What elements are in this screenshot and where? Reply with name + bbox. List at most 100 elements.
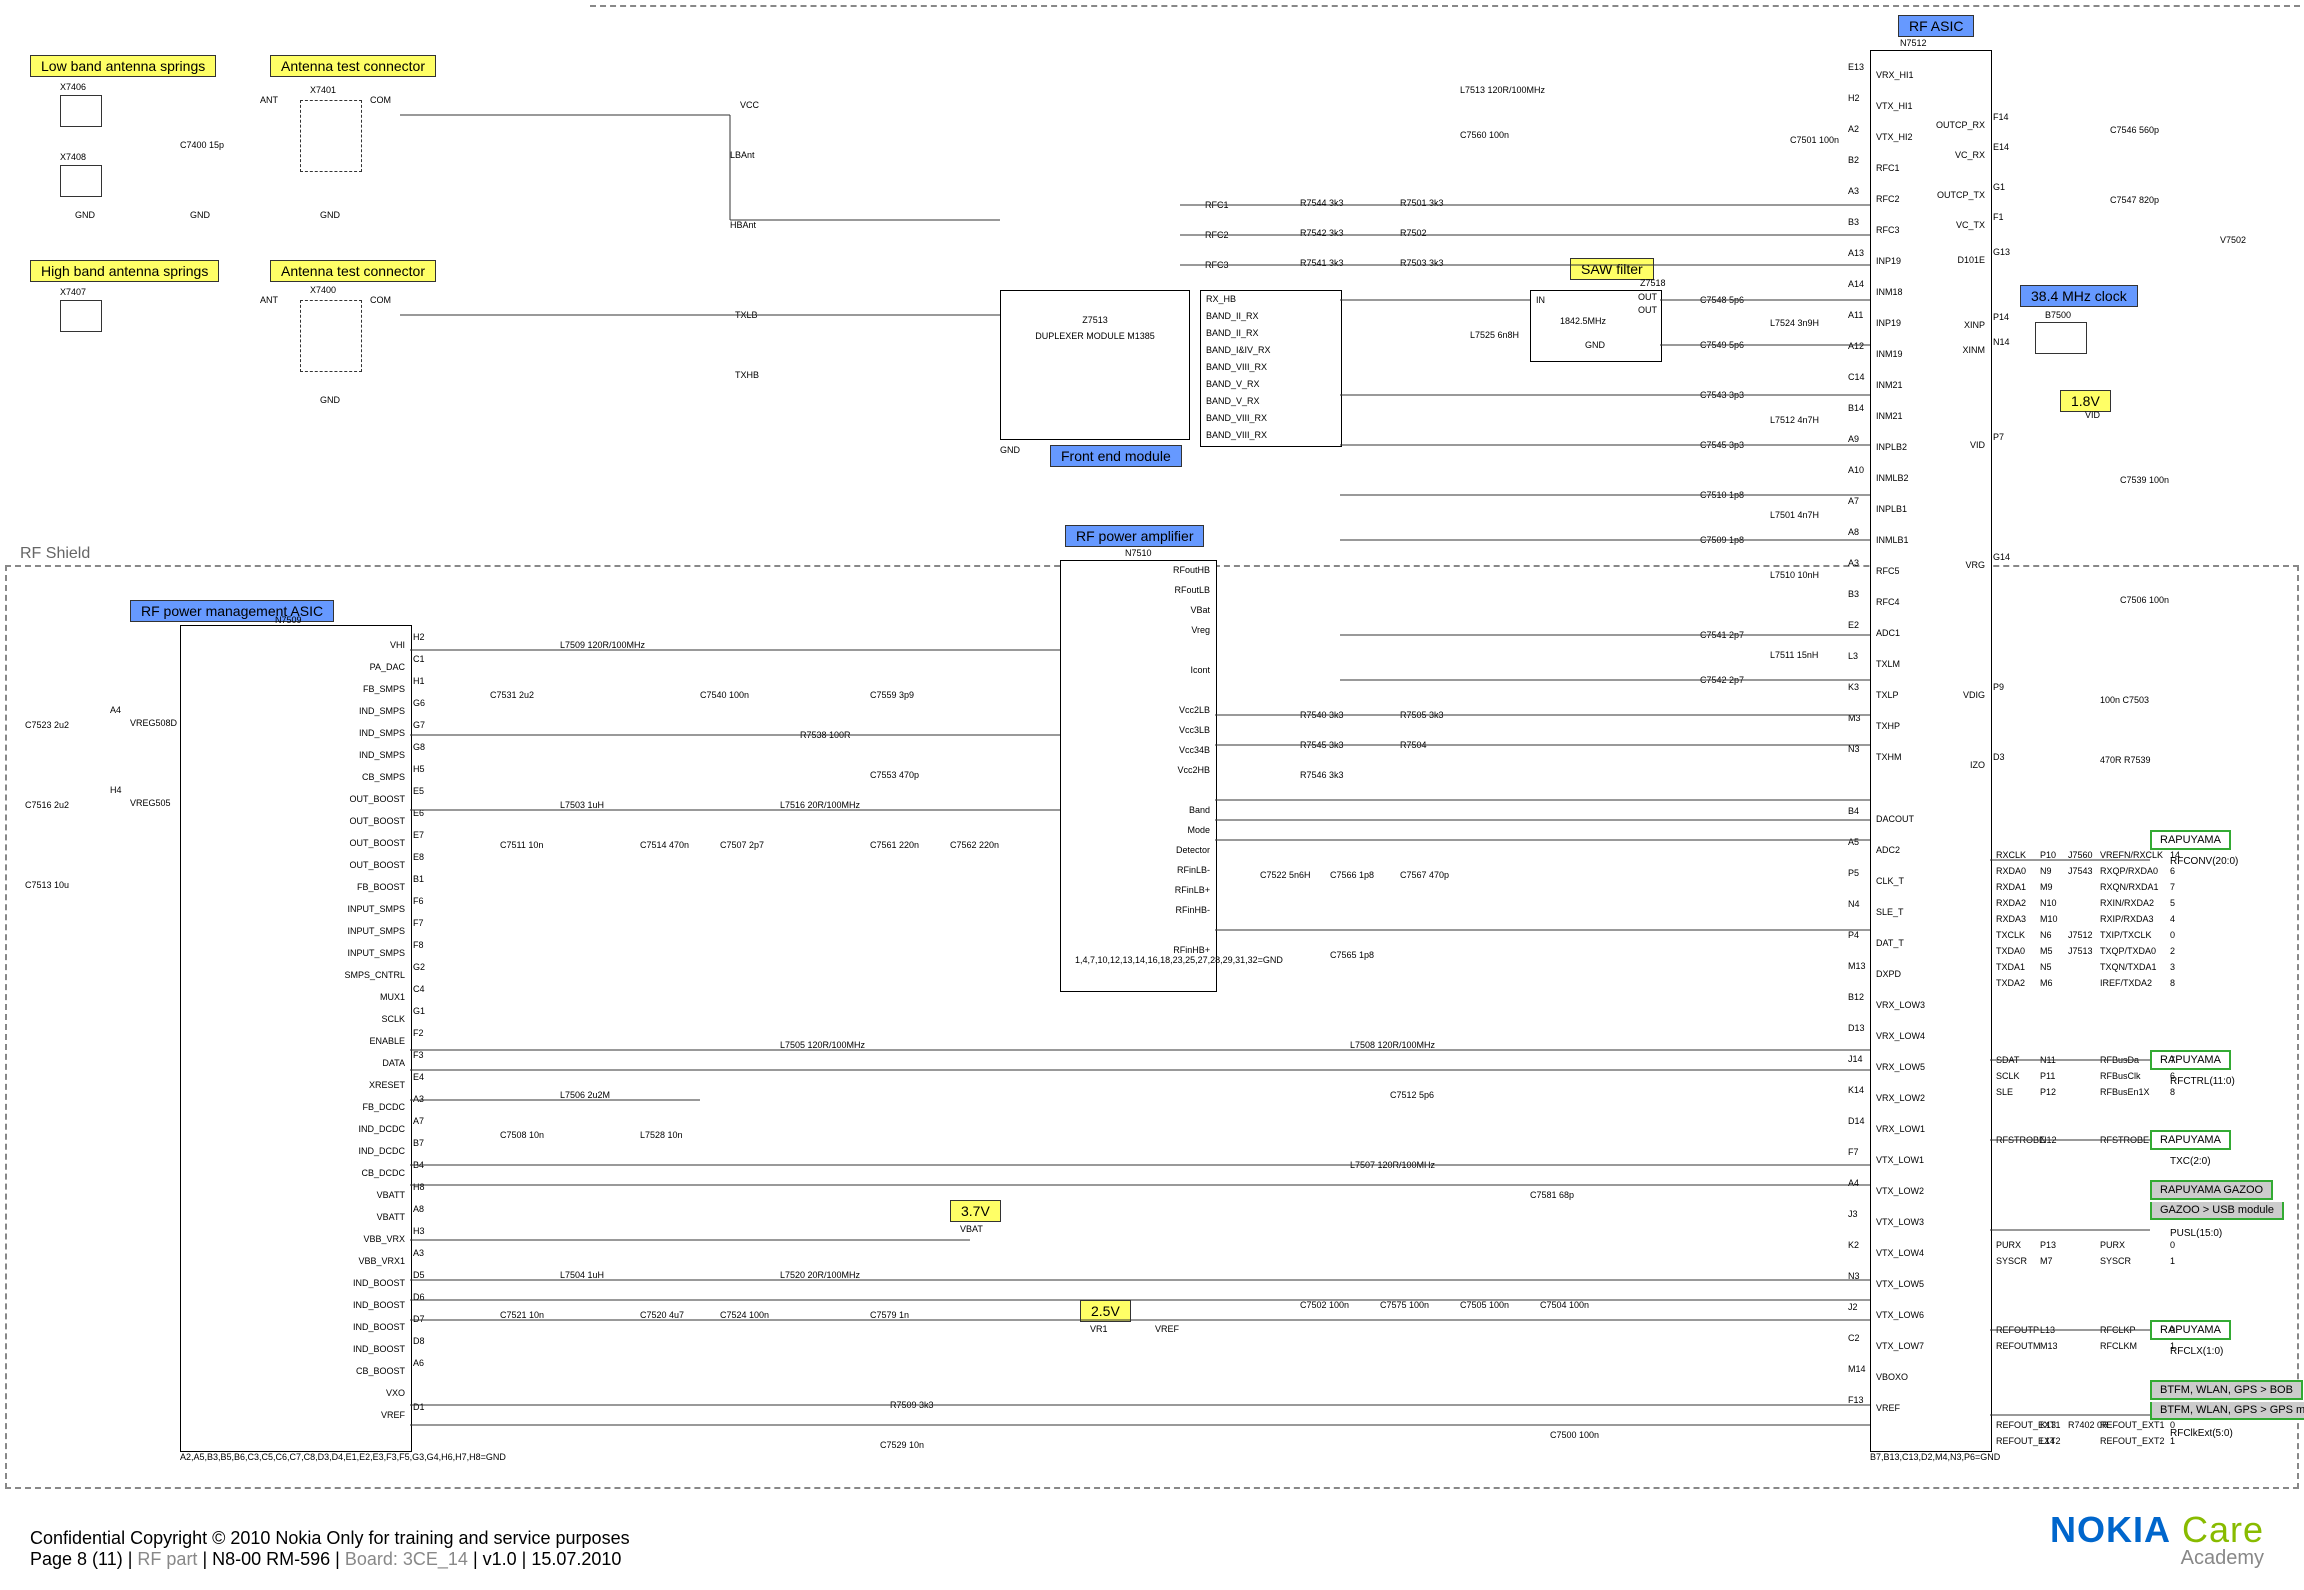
sig-l-946: TXDA0 [1996, 946, 2025, 956]
c7520: C7520 4u7 [640, 1310, 684, 1320]
c7513b: C7513 10u [25, 880, 69, 890]
sig-l-930: TXCLK [1996, 930, 2025, 940]
pm-lpin-n-0: H2 [413, 632, 425, 642]
sig-l-1256: SYSCR [1996, 1256, 2027, 1266]
asic-lpin-n-36: A4 [1848, 1178, 1859, 1188]
c7548: C7548 5p6 [1700, 295, 1744, 305]
rf-pa-pin-19: RFinHB+ [1155, 945, 1210, 955]
rapuyama-sub-3: GAZOO > USB module [2150, 1202, 2284, 1220]
sig-i-978: 8 [2170, 978, 2175, 988]
label-3p7v: 3.7V [950, 1200, 1001, 1222]
c7507: C7507 2p7 [720, 840, 764, 850]
asic-rpin-n-6: N14 [1993, 337, 2010, 347]
rapuyama-sig-3: PUSL(15:0) [2170, 1228, 2222, 1239]
sig-n-882: M9 [2040, 882, 2053, 892]
c7543: C7543 3p3 [1700, 390, 1744, 400]
asic-lpin-l-10: INM21 [1876, 380, 1903, 390]
asic-lpin-n-31: D13 [1848, 1023, 1865, 1033]
sig-i-962: 3 [2170, 962, 2175, 972]
rf-pa-pin-0: RFoutHB [1155, 565, 1210, 575]
ant2: ANT [260, 295, 278, 305]
asic-lpin-l-16: RFC5 [1876, 566, 1900, 576]
asic-lpin-n-28: P4 [1848, 930, 1859, 940]
asic-lpin-n-6: A13 [1848, 248, 1864, 258]
r7542: R7542 3k3 [1300, 228, 1344, 238]
asic-lpin-n-20: K3 [1848, 682, 1859, 692]
asic-lpin-n-35: F7 [1848, 1147, 1859, 1157]
l7525: L7525 6n8H [1470, 330, 1519, 340]
asic-lpin-n-8: A11 [1848, 310, 1863, 320]
asic-lpin-l-42: VBOXO [1876, 1372, 1908, 1382]
dup-lbant: LBAnt [730, 150, 755, 160]
rapuyama-sig-0: RFCONV(20:0) [2170, 856, 2238, 867]
pm-lpin-n-26: A8 [413, 1204, 424, 1214]
l7516: L7516 20R/100MHz [780, 800, 860, 810]
pm-lpin-n-9: E7 [413, 830, 424, 840]
sig-n-1341: M13 [2040, 1341, 2058, 1351]
sig-r-866: RXQP/RXDA0 [2100, 866, 2158, 876]
pm-lpin-l-6: CB_SMPS [340, 772, 405, 782]
r7504: R7504 [1400, 740, 1427, 750]
c7500: C7500 100n [1550, 1430, 1599, 1440]
r7503: R7503 3k3 [1400, 258, 1444, 268]
sig-r-962: TXQN/TXDA1 [2100, 962, 2157, 972]
sig-r-1071: RFBusClk [2100, 1071, 2141, 1081]
c7523: C7523 2u2 [25, 720, 69, 730]
rapuyama-box-2: RAPUYAMA [2150, 1130, 2231, 1150]
rf-pm-top-h4: H4 [110, 785, 122, 795]
rx-band-2: BAND_II_RX [1206, 328, 1259, 338]
sig-i-1420: 0 [2170, 1420, 2175, 1430]
c7524: C7524 100n [720, 1310, 769, 1320]
asic-lpin-l-28: DAT_T [1876, 938, 1904, 948]
rapuyama-box-0: RAPUYAMA [2150, 830, 2231, 850]
l7512: L7512 4n7H [1770, 415, 1819, 425]
asic-rpin-n-5: P14 [1993, 312, 2009, 322]
pm-lpin-n-10: E8 [413, 852, 424, 862]
asic-lpin-l-4: RFC2 [1876, 194, 1900, 204]
label-high-band-springs: High band antenna springs [30, 260, 219, 282]
pm-lpin-l-12: INPUT_SMPS [340, 904, 405, 914]
l7513: L7513 120R/100MHz [1460, 85, 1545, 95]
b7500: B7500 [2045, 310, 2071, 320]
sig-n-978: M6 [2040, 978, 2053, 988]
asic-lpin-l-13: INMLB2 [1876, 473, 1909, 483]
rx-band-7: BAND_VIII_RX [1206, 413, 1267, 423]
asic-lpin-n-0: E13 [1848, 62, 1864, 72]
pm-lpin-l-4: IND_SMPS [340, 728, 405, 738]
pm-lpin-n-25: H8 [413, 1182, 425, 1192]
asic-lpin-l-11: INM21 [1876, 411, 1903, 421]
rf-pm-ref: N7509 [275, 615, 302, 625]
r7501: R7501 3k3 [1400, 198, 1444, 208]
pm-lpin-n-7: E5 [413, 786, 424, 796]
ant1: ANT [260, 95, 278, 105]
r7538: R7538 100R [800, 730, 851, 740]
asic-lpin-n-33: K14 [1848, 1085, 1864, 1095]
l7520: L7520 20R/100MHz [780, 1270, 860, 1280]
pm-lpin-l-15: SMPS_CNTRL [340, 970, 405, 980]
asic-lpin-n-9: A12 [1848, 341, 1864, 351]
footer-line1: Confidential Copyright © 2010 Nokia Only… [30, 1528, 630, 1549]
asic-lpin-n-41: C2 [1848, 1333, 1860, 1343]
asic-lpin-n-17: B3 [1848, 589, 1859, 599]
asic-rpin-n-0: F14 [1993, 112, 2009, 122]
pm-lpin-l-31: IND_BOOST [340, 1322, 405, 1332]
pm-lpin-l-5: IND_SMPS [340, 750, 405, 760]
pm-lpin-l-22: IND_DCDC [340, 1124, 405, 1134]
c7565: C7565 1p8 [1330, 950, 1374, 960]
rapuyama-box-5: BTFM, WLAN, GPS > BOB [2150, 1380, 2303, 1400]
asic-lpin-l-3: RFC1 [1876, 163, 1900, 173]
label-384-clk: 38.4 MHz clock [2020, 285, 2138, 307]
sig-i-1256: 1 [2170, 1256, 2175, 1266]
sig-l-1087: SLE [1996, 1087, 2013, 1097]
l7503: L7503 1uH [560, 800, 604, 810]
pm-lpin-n-28: A3 [413, 1248, 424, 1258]
asic-rpin-l-10: IZO [1930, 760, 1985, 770]
l7505: L7505 120R/100MHz [780, 1040, 865, 1050]
c7540: C7540 100n [700, 690, 749, 700]
pm-lpin-n-2: H1 [413, 676, 425, 686]
sig-l-882: RXDA1 [1996, 882, 2026, 892]
asic-lpin-n-7: A14 [1848, 279, 1864, 289]
c7549: C7549 5p6 [1700, 340, 1744, 350]
sig-p-930: J7512 [2068, 930, 2093, 940]
b7500-sym [2035, 322, 2087, 354]
